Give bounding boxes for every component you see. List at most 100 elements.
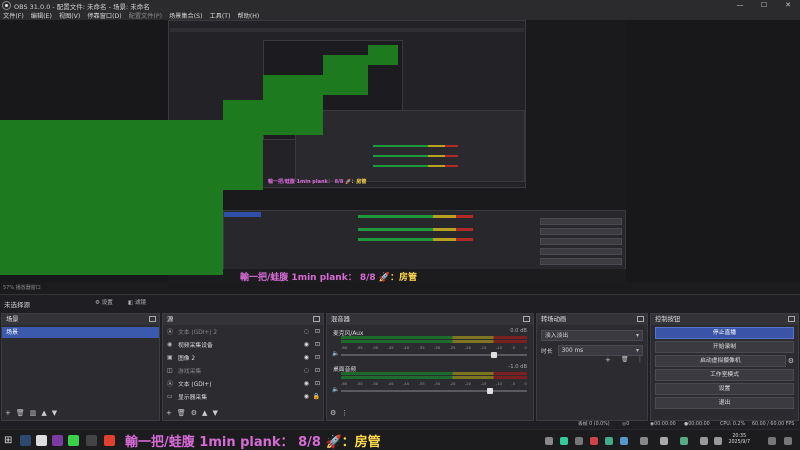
speaker-icon[interactable]: 🔈 (332, 386, 339, 393)
speaker-icon[interactable]: 🔈 (332, 350, 339, 357)
menu-bar: 文件(F) 编辑(E) 视图(V) 停靠窗口(D) 配置文件(P) 场景集合(S… (0, 11, 800, 20)
source-item[interactable]: Ⓐ 文本 (GDI+) ◉ ⊡ (163, 377, 323, 390)
minimize-button[interactable]: — (728, 0, 752, 11)
filter-icon[interactable]: ▥ (30, 409, 37, 417)
move-down-icon[interactable]: ▼ (212, 409, 217, 417)
wifi-icon[interactable] (700, 437, 708, 445)
source-item[interactable]: ▭ 显示器采集 ◉ 🔒 (163, 390, 323, 403)
duration-spinbox[interactable]: 300 ms (557, 345, 643, 356)
gear-icon[interactable]: ⚙ (191, 409, 197, 417)
gear-icon[interactable]: ⚙ (788, 357, 794, 365)
meter-ticks: -60 -55 -50 -45 -40 -35 -30 -25 -20 -15 -10 -5 0 (341, 381, 527, 386)
start-virtual-camera-button[interactable]: 启动虚拟摄像机 (655, 355, 786, 367)
menu-tools[interactable]: 工具(T) (210, 11, 231, 20)
close-button[interactable]: ✕ (776, 0, 800, 11)
menu-edit[interactable]: 编辑(E) (31, 11, 52, 20)
menu-help[interactable]: 帮助(H) (237, 11, 259, 20)
preview-area[interactable]: 輸一把/蛙腹 1min plank： 8/8 🚀：房管 輸一把/蛙腹 1min … (0, 20, 800, 282)
menu-icon[interactable]: ⋮ (341, 409, 348, 417)
maximize-button[interactable]: ☐ (752, 0, 776, 11)
unlock-icon[interactable]: ⊡ (315, 341, 320, 348)
properties-button[interactable]: ⚙ 设置 (95, 298, 113, 308)
obs-taskbar-icon[interactable] (36, 435, 47, 446)
settings-button[interactable]: 设置 (655, 383, 794, 395)
unlock-icon[interactable]: ⊡ (315, 328, 320, 335)
green-block (0, 120, 223, 275)
tray-icon[interactable] (560, 437, 568, 445)
studio-mode-button[interactable]: 工作室模式 (655, 369, 794, 381)
transitions-panel: 转场动画 淡入淡出 时长 300 ms + 🗑 ⋮ (536, 313, 648, 421)
nested-button (540, 218, 622, 225)
windows-start-icon[interactable]: ⊞ (4, 435, 15, 446)
hidden-eye-icon[interactable]: ◌ (304, 328, 309, 335)
tray-icon[interactable] (575, 437, 583, 445)
add-icon[interactable]: + (166, 409, 172, 417)
tray-icon[interactable] (680, 437, 688, 445)
steam-icon[interactable] (20, 435, 31, 446)
tray-icon[interactable] (640, 437, 648, 445)
source-item[interactable]: ▣ 图像 2 ◉ ⊡ (163, 351, 323, 364)
move-up-icon[interactable]: ▲ (202, 409, 207, 417)
trash-icon[interactable]: 🗑 (177, 409, 186, 417)
stop-streaming-button[interactable]: 停止直播 (655, 327, 794, 339)
tray-icon[interactable] (590, 437, 598, 445)
eye-icon[interactable]: ◉ (304, 380, 309, 387)
system-clock[interactable]: 20:35 2025/9/7 (728, 434, 750, 446)
add-icon[interactable]: + (5, 409, 11, 417)
tray-icon[interactable] (620, 437, 628, 445)
unlock-icon[interactable]: ⊡ (315, 354, 320, 361)
unlock-icon[interactable]: ⊡ (315, 367, 320, 374)
eye-icon[interactable]: ◉ (304, 341, 309, 348)
menu-scene-collection[interactable]: 场景集合(S) (169, 11, 203, 20)
eye-icon[interactable]: ◉ (304, 354, 309, 361)
trash-icon[interactable]: 🗑 (621, 356, 629, 363)
mixer-channel-desktop: 桌面音频 -1.0 dB -60 -55 -50 -45 -40 -35 -30 -25 -20… (327, 361, 533, 397)
slider-handle[interactable] (491, 352, 497, 358)
undock-icon[interactable] (149, 316, 156, 322)
notification-icon[interactable] (768, 437, 776, 445)
move-down-icon[interactable]: ▼ (52, 409, 57, 417)
gear-icon[interactable]: ⚙ (330, 409, 336, 417)
undock-icon[interactable] (637, 316, 644, 322)
undock-icon[interactable] (788, 316, 795, 322)
green-block (323, 55, 368, 95)
source-item[interactable]: ◉ 视频采集设备 ◉ ⊡ (163, 338, 323, 351)
menu-view[interactable]: 视图(V) (59, 11, 80, 20)
exit-button[interactable]: 退出 (655, 397, 794, 409)
start-recording-button[interactable]: 开始录制 (655, 341, 794, 353)
tray-icon[interactable] (545, 437, 553, 445)
trash-icon[interactable]: 🗑 (16, 409, 25, 417)
undock-icon[interactable] (523, 316, 530, 322)
transition-select[interactable]: 淡入淡出 (541, 330, 643, 341)
nested-meter (358, 215, 473, 218)
tray-icon[interactable] (784, 437, 792, 445)
source-item[interactable]: Ⓐ 文本 (GDI+) 2 ◌ ⊡ (163, 325, 323, 338)
sources-header: 源 (163, 314, 323, 325)
nested-button (540, 238, 622, 245)
unlock-icon[interactable]: ⊡ (315, 380, 320, 387)
menu-file[interactable]: 文件(F) (3, 11, 24, 20)
volume-icon[interactable] (714, 437, 722, 445)
eye-icon[interactable]: ◉ (304, 393, 309, 400)
scene-list-item[interactable]: 场景 (2, 327, 159, 338)
lock-icon[interactable]: 🔒 (313, 393, 320, 400)
move-up-icon[interactable]: ▲ (41, 409, 46, 417)
volume-slider[interactable] (341, 352, 527, 358)
undock-icon[interactable] (313, 316, 320, 322)
source-item[interactable]: ◫ 游戏采集 ◌ ⊡ (163, 364, 323, 377)
menu-docks[interactable]: 停靠窗口(D) (87, 11, 121, 20)
tray-icon[interactable] (660, 437, 668, 445)
hidden-eye-icon[interactable]: ◌ (304, 367, 309, 374)
volume-slider[interactable] (341, 388, 527, 394)
app-icon[interactable] (86, 435, 97, 446)
wechat-icon[interactable] (68, 435, 79, 446)
tray-icon[interactable] (605, 437, 613, 445)
slider-handle[interactable] (487, 388, 493, 394)
add-transition-icon[interactable]: + (605, 356, 611, 364)
app-icon[interactable] (104, 435, 115, 446)
app-icon[interactable] (52, 435, 63, 446)
filters-button[interactable]: ◧ 滤镜 (128, 298, 146, 308)
menu-profile[interactable]: 配置文件(P) (129, 11, 162, 20)
menu-icon[interactable]: ⋮ (637, 356, 643, 363)
nested-meter (358, 238, 473, 241)
